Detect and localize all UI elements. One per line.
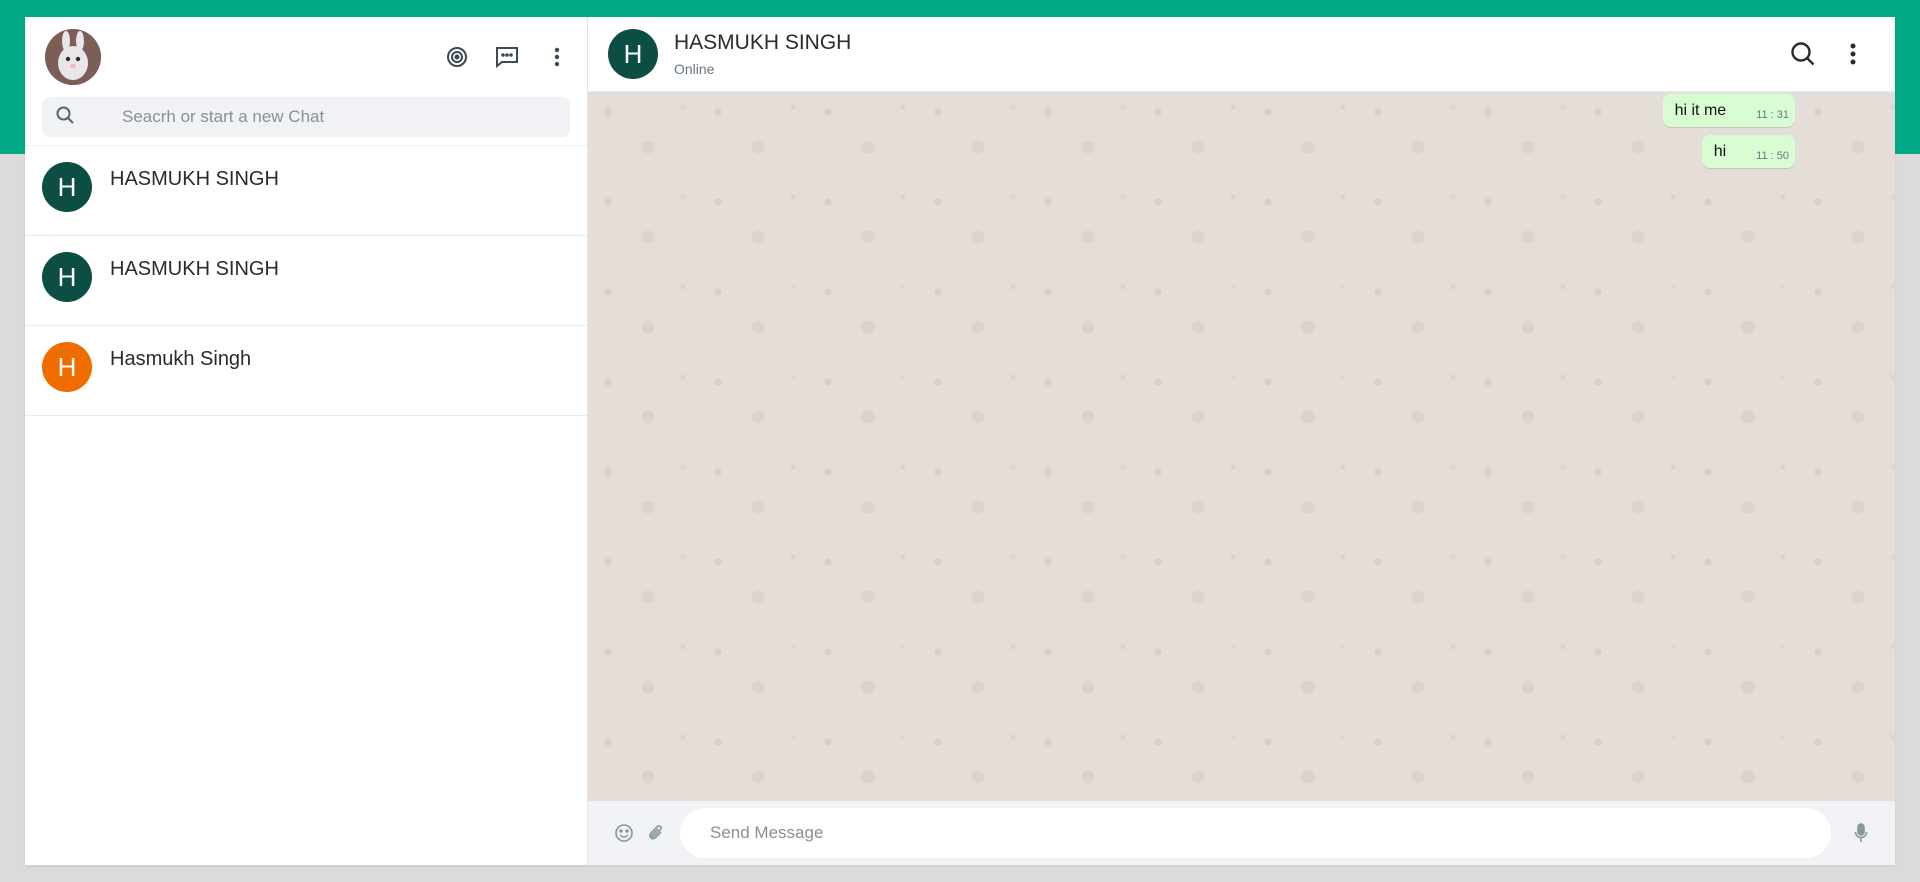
chat-list-item[interactable]: H HASMUKH SINGH	[25, 146, 587, 236]
conversation-pane: H HASMUKH SINGH Online hi it me 11: 31 …	[588, 17, 1895, 865]
contact-name: HASMUKH SINGH	[110, 258, 279, 280]
app-window: H HASMUKH SINGH H HASMUKH SINGH H Hasmuk…	[25, 17, 1895, 865]
contact-avatar: H	[42, 252, 92, 302]
conversation-header[interactable]: H HASMUKH SINGH Online	[588, 17, 1895, 92]
chat-list-item[interactable]: H HASMUKH SINGH	[25, 236, 587, 326]
search-input[interactable]	[122, 107, 556, 127]
contact-status: Online	[674, 61, 715, 77]
menu-icon[interactable]	[545, 45, 569, 69]
contact-avatar: H	[42, 162, 92, 212]
contact-name: Hasmukh Singh	[110, 348, 252, 370]
sidebar-header	[25, 17, 587, 97]
contact-name: HASMUKH SINGH	[110, 168, 279, 190]
message-text: hi it me	[1674, 102, 1727, 119]
attach-icon[interactable]	[644, 821, 668, 845]
chat-list-item[interactable]: H Hasmukh Singh	[25, 326, 587, 416]
message-bubble[interactable]: hi it me 11 : 31	[1662, 94, 1795, 127]
emoji-icon[interactable]	[612, 821, 636, 845]
message-time: 11 : 50	[1756, 150, 1789, 162]
search-box	[42, 97, 570, 137]
sidebar-actions	[445, 45, 569, 69]
contact-name: HASMUKH SINGH	[674, 31, 852, 54]
contact-avatar[interactable]: H	[608, 29, 658, 79]
message-text: hi	[1713, 143, 1727, 160]
message-time: 11 : 31	[1756, 109, 1789, 121]
new-chat-icon[interactable]	[495, 45, 519, 69]
search-icon	[56, 106, 74, 129]
contact-info: HASMUKH SINGH Online	[674, 31, 1789, 77]
message-composer	[588, 801, 1895, 865]
menu-icon[interactable]	[1841, 42, 1865, 66]
profile-avatar[interactable]	[45, 29, 101, 85]
message-input[interactable]	[680, 808, 1831, 858]
search-icon[interactable]	[1789, 40, 1817, 68]
conversation-actions	[1789, 40, 1865, 68]
chat-list: H HASMUKH SINGH H HASMUKH SINGH H Hasmuk…	[25, 146, 587, 865]
message-bubble[interactable]: hi 11 : 50	[1701, 135, 1795, 168]
microphone-icon[interactable]	[1849, 821, 1873, 845]
contact-avatar: H	[42, 342, 92, 392]
message-area: hi it me 11 : 31 hi 11 : 50	[588, 92, 1895, 801]
search-bar	[25, 97, 587, 146]
status-icon[interactable]	[445, 45, 469, 69]
sidebar: H HASMUKH SINGH H HASMUKH SINGH H Hasmuk…	[25, 17, 588, 865]
